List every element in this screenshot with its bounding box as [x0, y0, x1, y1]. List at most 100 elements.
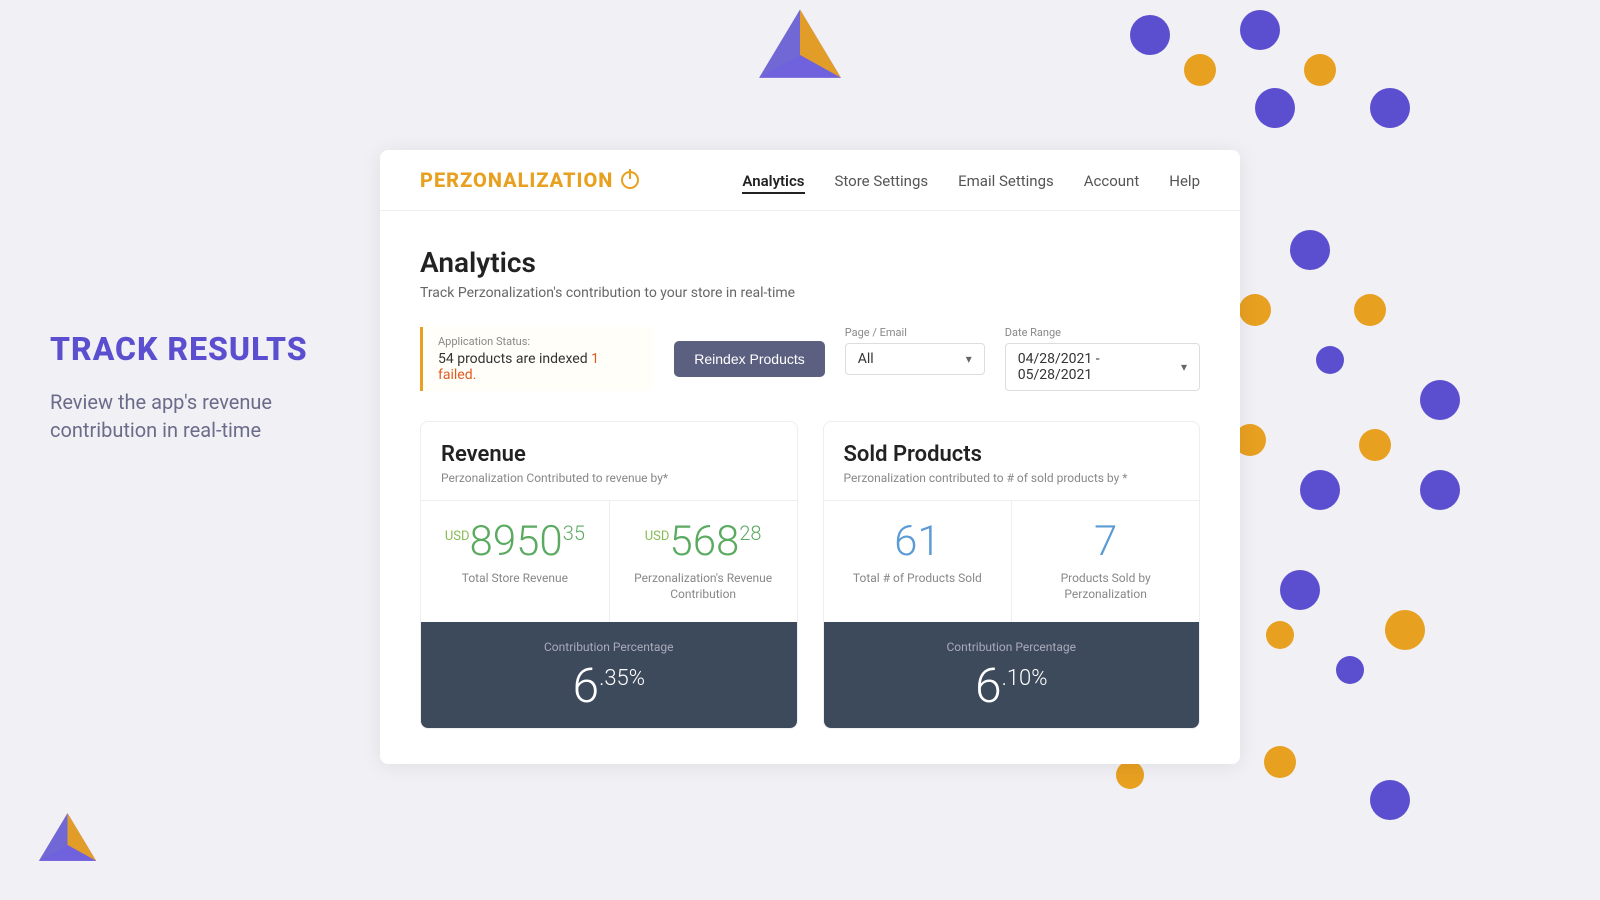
total-sold-item: 61 Total # of Products Sold: [824, 501, 1012, 622]
decorative-dot-8: [1354, 294, 1386, 326]
filter-date-range-value: 04/28/2021 - 05/28/2021: [1018, 351, 1175, 383]
sold-contribution-bar: Contribution Percentage 6.10%: [824, 622, 1200, 728]
nav-item-analytics[interactable]: Analytics: [742, 171, 804, 190]
perz-sold-number: 7: [1032, 521, 1179, 563]
decorative-dot-20: [1116, 761, 1144, 789]
status-box: Application Status: 54 products are inde…: [420, 327, 654, 391]
chevron-down-icon: [966, 351, 972, 367]
nav-link-analytics[interactable]: Analytics: [742, 172, 804, 194]
filter-page-email-value: All: [858, 351, 874, 367]
nav-link-account[interactable]: Account: [1084, 172, 1140, 190]
decorative-dot-12: [1359, 429, 1391, 461]
date-chevron-icon: [1181, 359, 1187, 375]
total-sold-label: Total # of Products Sold: [844, 571, 992, 587]
revenue-values: USD895035 Total Store Revenue USD56828 P…: [421, 500, 797, 622]
nav-item-help[interactable]: Help: [1169, 171, 1200, 190]
nav-link-email-settings[interactable]: Email Settings: [958, 172, 1054, 190]
nav-item-account[interactable]: Account: [1084, 171, 1140, 190]
nav-link-store-settings[interactable]: Store Settings: [835, 172, 929, 190]
filter-group: Page / Email All Date Range 04/28/2021 -…: [845, 326, 1200, 391]
filter-page-email-select[interactable]: All: [845, 343, 985, 375]
decorative-dot-4: [1255, 88, 1295, 128]
app-container: PERZONALIZATION Analytics Store Settings…: [380, 150, 1240, 764]
perz-revenue-label: Perzonalization's Revenue Contribution: [630, 571, 777, 602]
revenue-contribution-bar: Contribution Percentage 6.35%: [421, 622, 797, 728]
decorative-dot-21: [1264, 746, 1296, 778]
brand-name[interactable]: PERZONALIZATION: [420, 168, 639, 192]
reindex-button[interactable]: Reindex Products: [674, 341, 825, 377]
status-text: 54 products are indexed 1 failed.: [438, 351, 639, 383]
filter-page-email: Page / Email All: [845, 326, 985, 375]
sold-contrib-decimal: .10: [1002, 666, 1032, 691]
decorative-dot-17: [1385, 610, 1425, 650]
decorative-dot-13: [1300, 470, 1340, 510]
revenue-contrib-decimal: .35: [599, 666, 629, 691]
page-subtitle: Track Perzonalization's contribution to …: [420, 285, 1200, 301]
revenue-card-header: Revenue Perzonalization Contributed to r…: [421, 422, 797, 485]
decorative-dot-9: [1316, 346, 1344, 374]
total-sold-main: 61: [894, 517, 941, 566]
perz-sold-main: 7: [1094, 517, 1117, 566]
revenue-main: 8950: [470, 517, 563, 566]
filter-page-email-label: Page / Email: [845, 326, 985, 339]
total-store-revenue-item: USD895035 Total Store Revenue: [421, 501, 609, 622]
status-label: Application Status:: [438, 335, 639, 348]
prism-logo-top: [750, 5, 850, 105]
nav-links: Analytics Store Settings Email Settings …: [742, 171, 1200, 190]
decorative-dot-22: [1370, 780, 1410, 820]
perz-revenue-main: 568: [669, 517, 739, 566]
power-icon: [621, 171, 639, 189]
revenue-contribution-label: Contribution Percentage: [441, 640, 777, 654]
decorative-dot-3: [1304, 54, 1336, 86]
perz-revenue-item: USD56828 Perzonalization's Revenue Contr…: [609, 501, 797, 622]
left-panel: TRACK RESULTS Review the app's revenue c…: [50, 330, 340, 444]
brand-text: PERZONALIZATION: [420, 168, 613, 192]
nav-link-help[interactable]: Help: [1169, 172, 1200, 190]
metrics-grid: Revenue Perzonalization Contributed to r…: [420, 421, 1200, 729]
revenue-contribution-number: 6.35%: [441, 662, 777, 710]
sold-products-card: Sold Products Perzonalization contribute…: [823, 421, 1201, 729]
revenue-card: Revenue Perzonalization Contributed to r…: [420, 421, 798, 729]
track-results-heading: TRACK RESULTS: [50, 330, 340, 368]
filter-date-range: Date Range 04/28/2021 - 05/28/2021: [1005, 326, 1200, 391]
nav-bar: PERZONALIZATION Analytics Store Settings…: [380, 150, 1240, 211]
revenue-usd-prefix: USD: [445, 529, 470, 544]
sold-products-title: Sold Products: [844, 442, 1180, 467]
total-store-revenue-label: Total Store Revenue: [441, 571, 589, 587]
decorative-dot-18: [1336, 656, 1364, 684]
left-panel-description: Review the app's revenue contribution in…: [50, 388, 340, 444]
perz-sold-label: Products Sold by Perzonalization: [1032, 571, 1179, 602]
sold-products-values: 61 Total # of Products Sold 7 Products S…: [824, 500, 1200, 622]
revenue-title: Revenue: [441, 442, 777, 467]
decorative-dot-6: [1290, 230, 1330, 270]
status-bar: Application Status: 54 products are inde…: [420, 326, 1200, 391]
decorative-dot-15: [1280, 570, 1320, 610]
perz-usd-prefix: USD: [645, 529, 670, 544]
filter-date-range-label: Date Range: [1005, 326, 1200, 339]
decorative-dot-16: [1266, 621, 1294, 649]
nav-item-email-settings[interactable]: Email Settings: [958, 171, 1054, 190]
main-content: Analytics Track Perzonalization's contri…: [380, 211, 1240, 764]
decorative-dot-7: [1239, 294, 1271, 326]
decorative-dot-5: [1370, 88, 1410, 128]
decorative-dot-0: [1130, 15, 1170, 55]
perz-revenue-number: USD56828: [630, 521, 777, 563]
sold-contrib-main: 6: [975, 657, 1002, 714]
revenue-decimal: 35: [563, 521, 585, 545]
total-sold-number: 61: [844, 521, 992, 563]
decorative-dot-2: [1184, 54, 1216, 86]
revenue-contrib-percent: %: [629, 666, 645, 691]
perz-revenue-decimal: 28: [739, 521, 761, 545]
sold-contrib-percent: %: [1031, 666, 1047, 691]
total-store-revenue-number: USD895035: [441, 521, 589, 563]
sold-contribution-number: 6.10%: [844, 662, 1180, 710]
sold-products-card-header: Sold Products Perzonalization contribute…: [824, 422, 1200, 485]
filter-date-range-select[interactable]: 04/28/2021 - 05/28/2021: [1005, 343, 1200, 391]
products-indexed: 54 products are indexed: [438, 351, 588, 367]
nav-item-store-settings[interactable]: Store Settings: [835, 171, 929, 190]
revenue-contrib-main: 6: [572, 657, 599, 714]
sold-contribution-label: Contribution Percentage: [844, 640, 1180, 654]
decorative-dot-1: [1240, 10, 1280, 50]
prism-logo-bottom: [35, 810, 100, 880]
revenue-subtitle: Perzonalization Contributed to revenue b…: [441, 471, 777, 485]
